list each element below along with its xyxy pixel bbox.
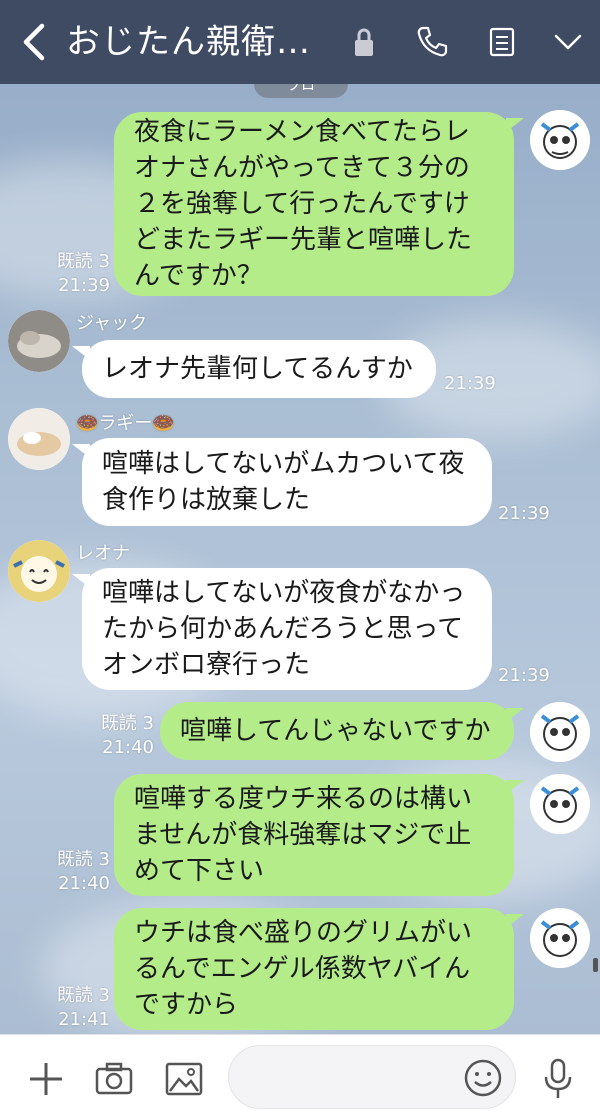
timestamp: 21:40	[58, 873, 110, 894]
date-pill: プロ	[254, 84, 348, 98]
message-bubble[interactable]: 喧嘩はしてないがムカついて夜 食作りは放棄した	[82, 438, 492, 526]
message-meta: 既読 3 21:39	[40, 250, 110, 298]
avatar-image	[530, 110, 590, 170]
message-input[interactable]	[228, 1045, 516, 1109]
phone-icon[interactable]	[414, 24, 450, 60]
message-bubble[interactable]: ウチは食べ盛りのグリムがい るんでエンゲル係数ヤバイん ですから	[114, 908, 514, 1030]
sender-name: ジャック	[76, 313, 148, 334]
read-receipt: 既読 3	[100, 713, 154, 734]
avatar-image	[8, 540, 70, 602]
message-text: 喧嘩はしてないがムカついて夜 食作りは放棄した	[102, 449, 465, 515]
sender-name: 🍩ラギー🍩	[76, 413, 175, 434]
read-receipt: 既読 3	[56, 985, 110, 1006]
chevron-down-icon[interactable]	[550, 24, 586, 60]
avatar[interactable]	[530, 774, 590, 834]
message-text: 喧嘩してんじゃないですか	[180, 716, 491, 746]
timestamp: 21:40	[102, 737, 154, 758]
camera-icon[interactable]	[94, 1059, 134, 1099]
message-meta: 既読 3 21:40	[84, 712, 154, 760]
avatar-image	[530, 702, 590, 762]
bubble-tail	[72, 444, 90, 458]
avatar[interactable]	[8, 540, 70, 602]
message-bubble[interactable]: 喧嘩はしてないが夜食がなかっ たから何かあんだろうと思って オンボロ寮行った	[82, 568, 492, 690]
message-meta: 既読 3 21:41	[40, 984, 110, 1032]
input-bar	[0, 1034, 600, 1120]
lock-icon	[355, 28, 373, 56]
read-receipt: 既読 3	[56, 849, 110, 870]
message-text: レオナ先輩何してるんすか	[102, 354, 413, 384]
chevron-left-icon[interactable]	[16, 20, 52, 64]
sender-name: レオナ	[76, 543, 130, 564]
avatar-image	[8, 408, 70, 470]
message-text: 喧嘩はしてないが夜食がなかっ たから何かあんだろうと思って オンボロ寮行った	[102, 578, 466, 680]
timestamp: 21:39	[444, 373, 496, 394]
avatar-image	[8, 310, 70, 372]
chat-title: おじたん親衛…	[66, 22, 311, 62]
notes-icon[interactable]	[484, 24, 520, 60]
message-text: 夜食にラーメン食べてたらレ オナさんがやってきて３分の ２を強奪して行ったんです…	[134, 117, 473, 291]
timestamp: 21:39	[498, 665, 550, 686]
timestamp: 21:39	[498, 503, 550, 524]
message-bubble[interactable]: 喧嘩する度ウチ来るのは構い ませんが食料強奪はマジで止 めて下さい	[114, 774, 514, 896]
bubble-tail	[72, 346, 90, 360]
avatar-image	[530, 908, 590, 968]
avatar[interactable]	[8, 408, 70, 470]
image-icon[interactable]	[164, 1059, 204, 1099]
timestamp: 21:39	[58, 275, 110, 296]
message-text: ウチは食べ盛りのグリムがい るんでエンゲル係数ヤバイん ですから	[134, 918, 473, 1020]
bubble-tail	[506, 708, 524, 722]
message-meta: 既読 3 21:40	[40, 848, 110, 896]
microphone-icon[interactable]	[540, 1057, 576, 1101]
avatar[interactable]	[8, 310, 70, 372]
plus-icon[interactable]	[26, 1059, 66, 1099]
emoji-icon[interactable]	[463, 1058, 503, 1098]
read-receipt: 既読 3	[56, 251, 110, 272]
bubble-tail	[506, 914, 524, 928]
message-bubble[interactable]: レオナ先輩何してるんすか	[82, 340, 436, 398]
avatar[interactable]	[530, 908, 590, 968]
chat-header: おじたん親衛…	[0, 0, 600, 84]
avatar[interactable]	[530, 702, 590, 762]
timestamp: 21:41	[58, 1009, 110, 1030]
bubble-tail	[506, 118, 524, 132]
bubble-tail	[506, 780, 524, 794]
scrollbar[interactable]	[593, 958, 598, 972]
message-bubble[interactable]: 夜食にラーメン食べてたらレ オナさんがやってきて３分の ２を強奪して行ったんです…	[114, 112, 514, 296]
avatar[interactable]	[530, 110, 590, 170]
message-text: 喧嘩する度ウチ来るのは構い ませんが食料強奪はマジで止 めて下さい	[134, 784, 473, 886]
message-bubble[interactable]: 喧嘩してんじゃないですか	[160, 702, 514, 760]
avatar-image	[530, 774, 590, 834]
bubble-tail	[72, 574, 90, 588]
